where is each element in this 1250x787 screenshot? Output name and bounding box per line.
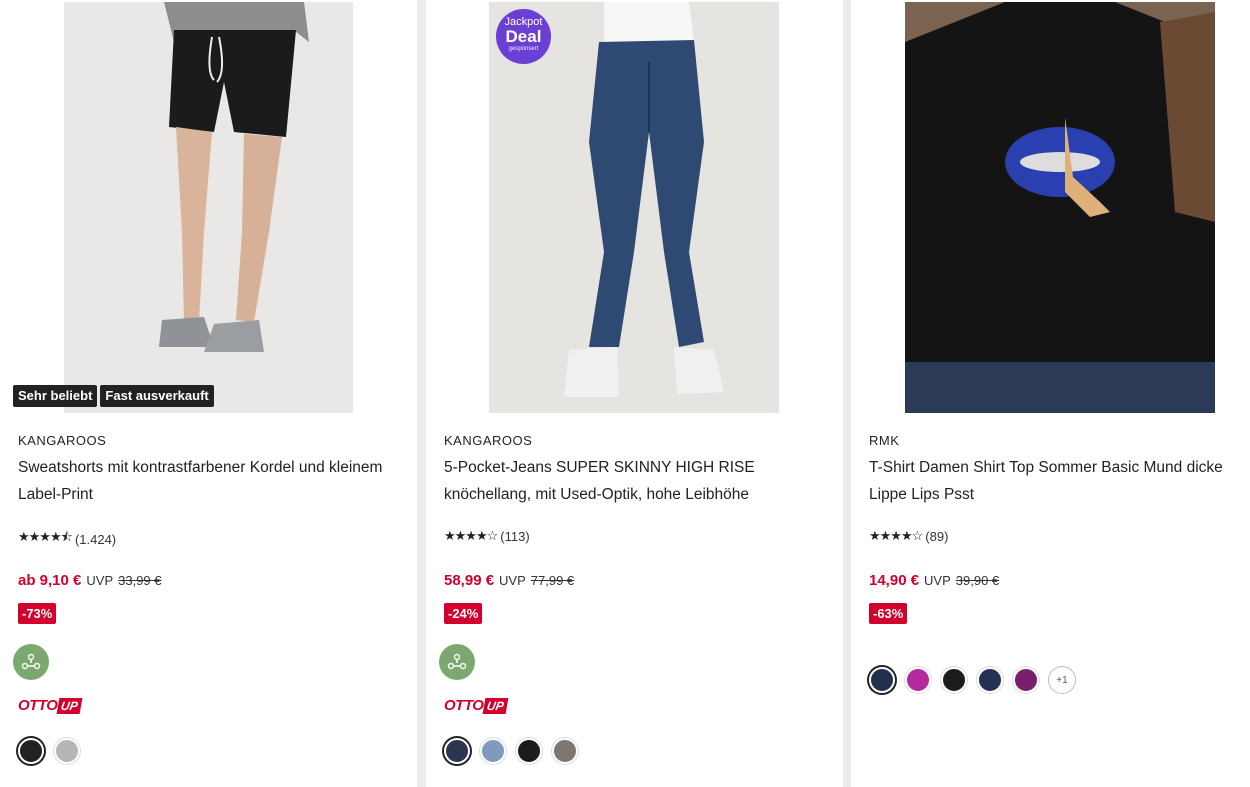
rating-count: (1.424) xyxy=(74,531,117,547)
price-row: 14,90 € UVP 39,90 € xyxy=(869,572,999,589)
swatch-magenta[interactable] xyxy=(905,667,931,693)
color-swatches xyxy=(18,738,80,764)
uvp-label: UVP xyxy=(86,573,114,588)
swatch-black[interactable] xyxy=(516,738,542,764)
old-price: 77,99 € xyxy=(530,573,575,588)
swatch-grey[interactable] xyxy=(54,738,80,764)
rating-stars-icon: ★★★★☆ xyxy=(869,528,923,543)
badge-almost-sold-out: Fast ausverkauft xyxy=(100,385,214,407)
product-brand: KANGAROOS xyxy=(18,433,107,448)
product-title[interactable]: Sweatshorts mit kontrastfarbener Kordel … xyxy=(18,454,403,508)
product-image[interactable] xyxy=(64,2,353,413)
swatch-navy[interactable] xyxy=(869,667,895,693)
product-image[interactable]: Jackpot Deal gesponsert xyxy=(489,2,779,413)
more-colors-button[interactable]: +1 xyxy=(1049,667,1075,693)
rating-stars-icon: ★★★★⯪ xyxy=(18,529,73,544)
product-rating[interactable]: ★★★★☆ (113) xyxy=(444,528,530,544)
jackpot-deal-badge[interactable]: Jackpot Deal gesponsert xyxy=(496,9,551,64)
swatch-navy[interactable] xyxy=(444,738,470,764)
swatch-grey[interactable] xyxy=(552,738,578,764)
product-brand: KANGAROOS xyxy=(444,433,533,448)
product-card-sweatshorts[interactable]: Sehr beliebt Fast ausverkauft KANGAROOS … xyxy=(0,0,417,787)
otto-up-logo: OTTO UP xyxy=(444,698,509,714)
current-price: ab 9,10 € xyxy=(18,572,82,589)
badge-popular: Sehr beliebt xyxy=(13,385,98,407)
product-title[interactable]: 5-Pocket-Jeans SUPER SKINNY HIGH RISE kn… xyxy=(444,454,829,508)
current-price: 14,90 € xyxy=(869,572,920,589)
current-price: 58,99 € xyxy=(444,572,495,589)
sustainability-icon[interactable] xyxy=(13,644,49,680)
tshirt-photo-icon xyxy=(905,2,1215,413)
product-rating[interactable]: ★★★★⯪ (1.424) xyxy=(18,528,116,550)
swatch-light-blue[interactable] xyxy=(480,738,506,764)
old-price: 33,99 € xyxy=(118,573,162,588)
price-row: ab 9,10 € UVP 33,99 € xyxy=(18,572,162,589)
rating-stars-icon: ★★★★☆ xyxy=(444,528,498,543)
discount-badge: -24% xyxy=(444,603,483,624)
uvp-label: UVP xyxy=(499,573,526,588)
discount-badge: -63% xyxy=(869,603,908,624)
product-rating[interactable]: ★★★★☆ (89) xyxy=(869,528,948,544)
product-brand: RMK xyxy=(869,433,900,448)
swatch-black[interactable] xyxy=(18,738,44,764)
jeans-photo-icon xyxy=(489,2,779,413)
old-price: 39,90 € xyxy=(955,573,1000,588)
product-title[interactable]: T-Shirt Damen Shirt Top Sommer Basic Mun… xyxy=(869,454,1250,508)
swatch-black[interactable] xyxy=(941,667,967,693)
sustainability-icon[interactable] xyxy=(439,644,475,680)
product-card-jeans[interactable]: Jackpot Deal gesponsert KANGAROOS 5-Pock… xyxy=(426,0,843,787)
discount-badge: -73% xyxy=(18,603,57,624)
otto-up-logo: OTTO UP xyxy=(18,698,83,714)
rating-count: (89) xyxy=(925,528,949,544)
color-swatches xyxy=(444,738,578,764)
badge-group: Sehr beliebt Fast ausverkauft xyxy=(13,385,214,407)
uvp-label: UVP xyxy=(924,573,951,588)
price-row: 58,99 € UVP 77,99 € xyxy=(444,572,574,589)
product-image[interactable] xyxy=(905,2,1215,413)
rating-count: (113) xyxy=(500,528,530,544)
product-card-tshirt[interactable]: RMK T-Shirt Damen Shirt Top Sommer Basic… xyxy=(851,0,1250,787)
swatch-dark-blue[interactable] xyxy=(977,667,1003,693)
sweatshorts-photo-icon xyxy=(64,2,353,413)
color-swatches: +1 xyxy=(869,667,1075,693)
swatch-purple[interactable] xyxy=(1013,667,1039,693)
